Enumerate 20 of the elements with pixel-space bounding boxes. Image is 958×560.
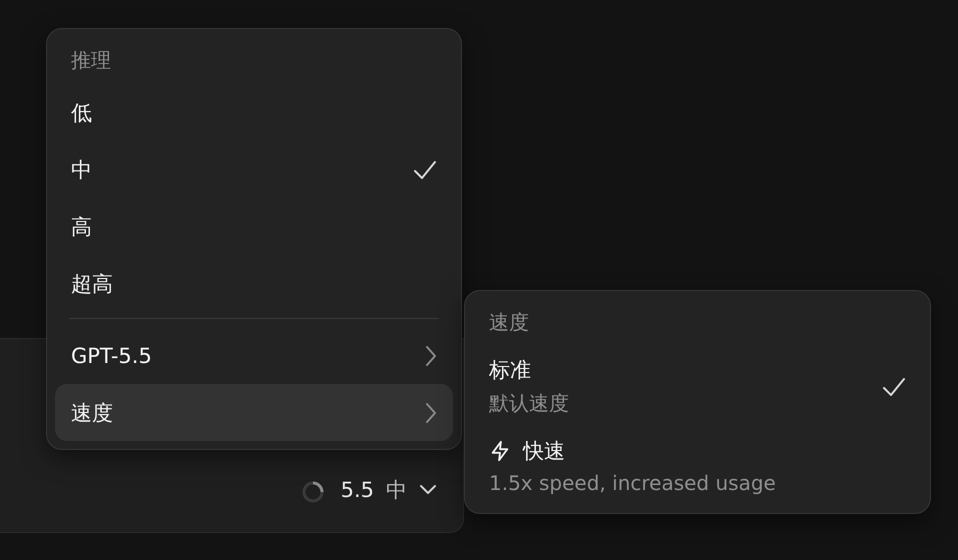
model-picker-button[interactable]: 5.5 中	[340, 476, 437, 504]
option-description: 1.5x speed, increased usage	[489, 471, 776, 495]
menu-item[interactable]: 高	[55, 198, 453, 255]
chevron-right-icon	[425, 402, 437, 424]
speed-option[interactable]: 标准 默认速度	[473, 346, 922, 427]
menu-header: 推理	[70, 47, 112, 74]
menu-item[interactable]: 中	[55, 141, 453, 198]
chevron-right-icon	[425, 344, 437, 366]
menu-item[interactable]: 超高	[55, 255, 453, 312]
lightning-icon	[489, 440, 511, 462]
menu-item[interactable]: 低	[55, 84, 453, 141]
loading-spinner-icon	[300, 480, 325, 504]
option-label: 快速	[523, 438, 565, 465]
submenu-item[interactable]: GPT-5.5	[55, 327, 453, 384]
speed-option[interactable]: 快速 1.5x speed, increased usage	[473, 427, 922, 505]
submenu-item[interactable]: 速度	[55, 384, 453, 441]
option-label: 标准	[489, 357, 531, 384]
option-description: 默认速度	[489, 390, 569, 417]
menu-header: 速度	[488, 309, 530, 336]
chevron-down-icon	[419, 484, 437, 496]
